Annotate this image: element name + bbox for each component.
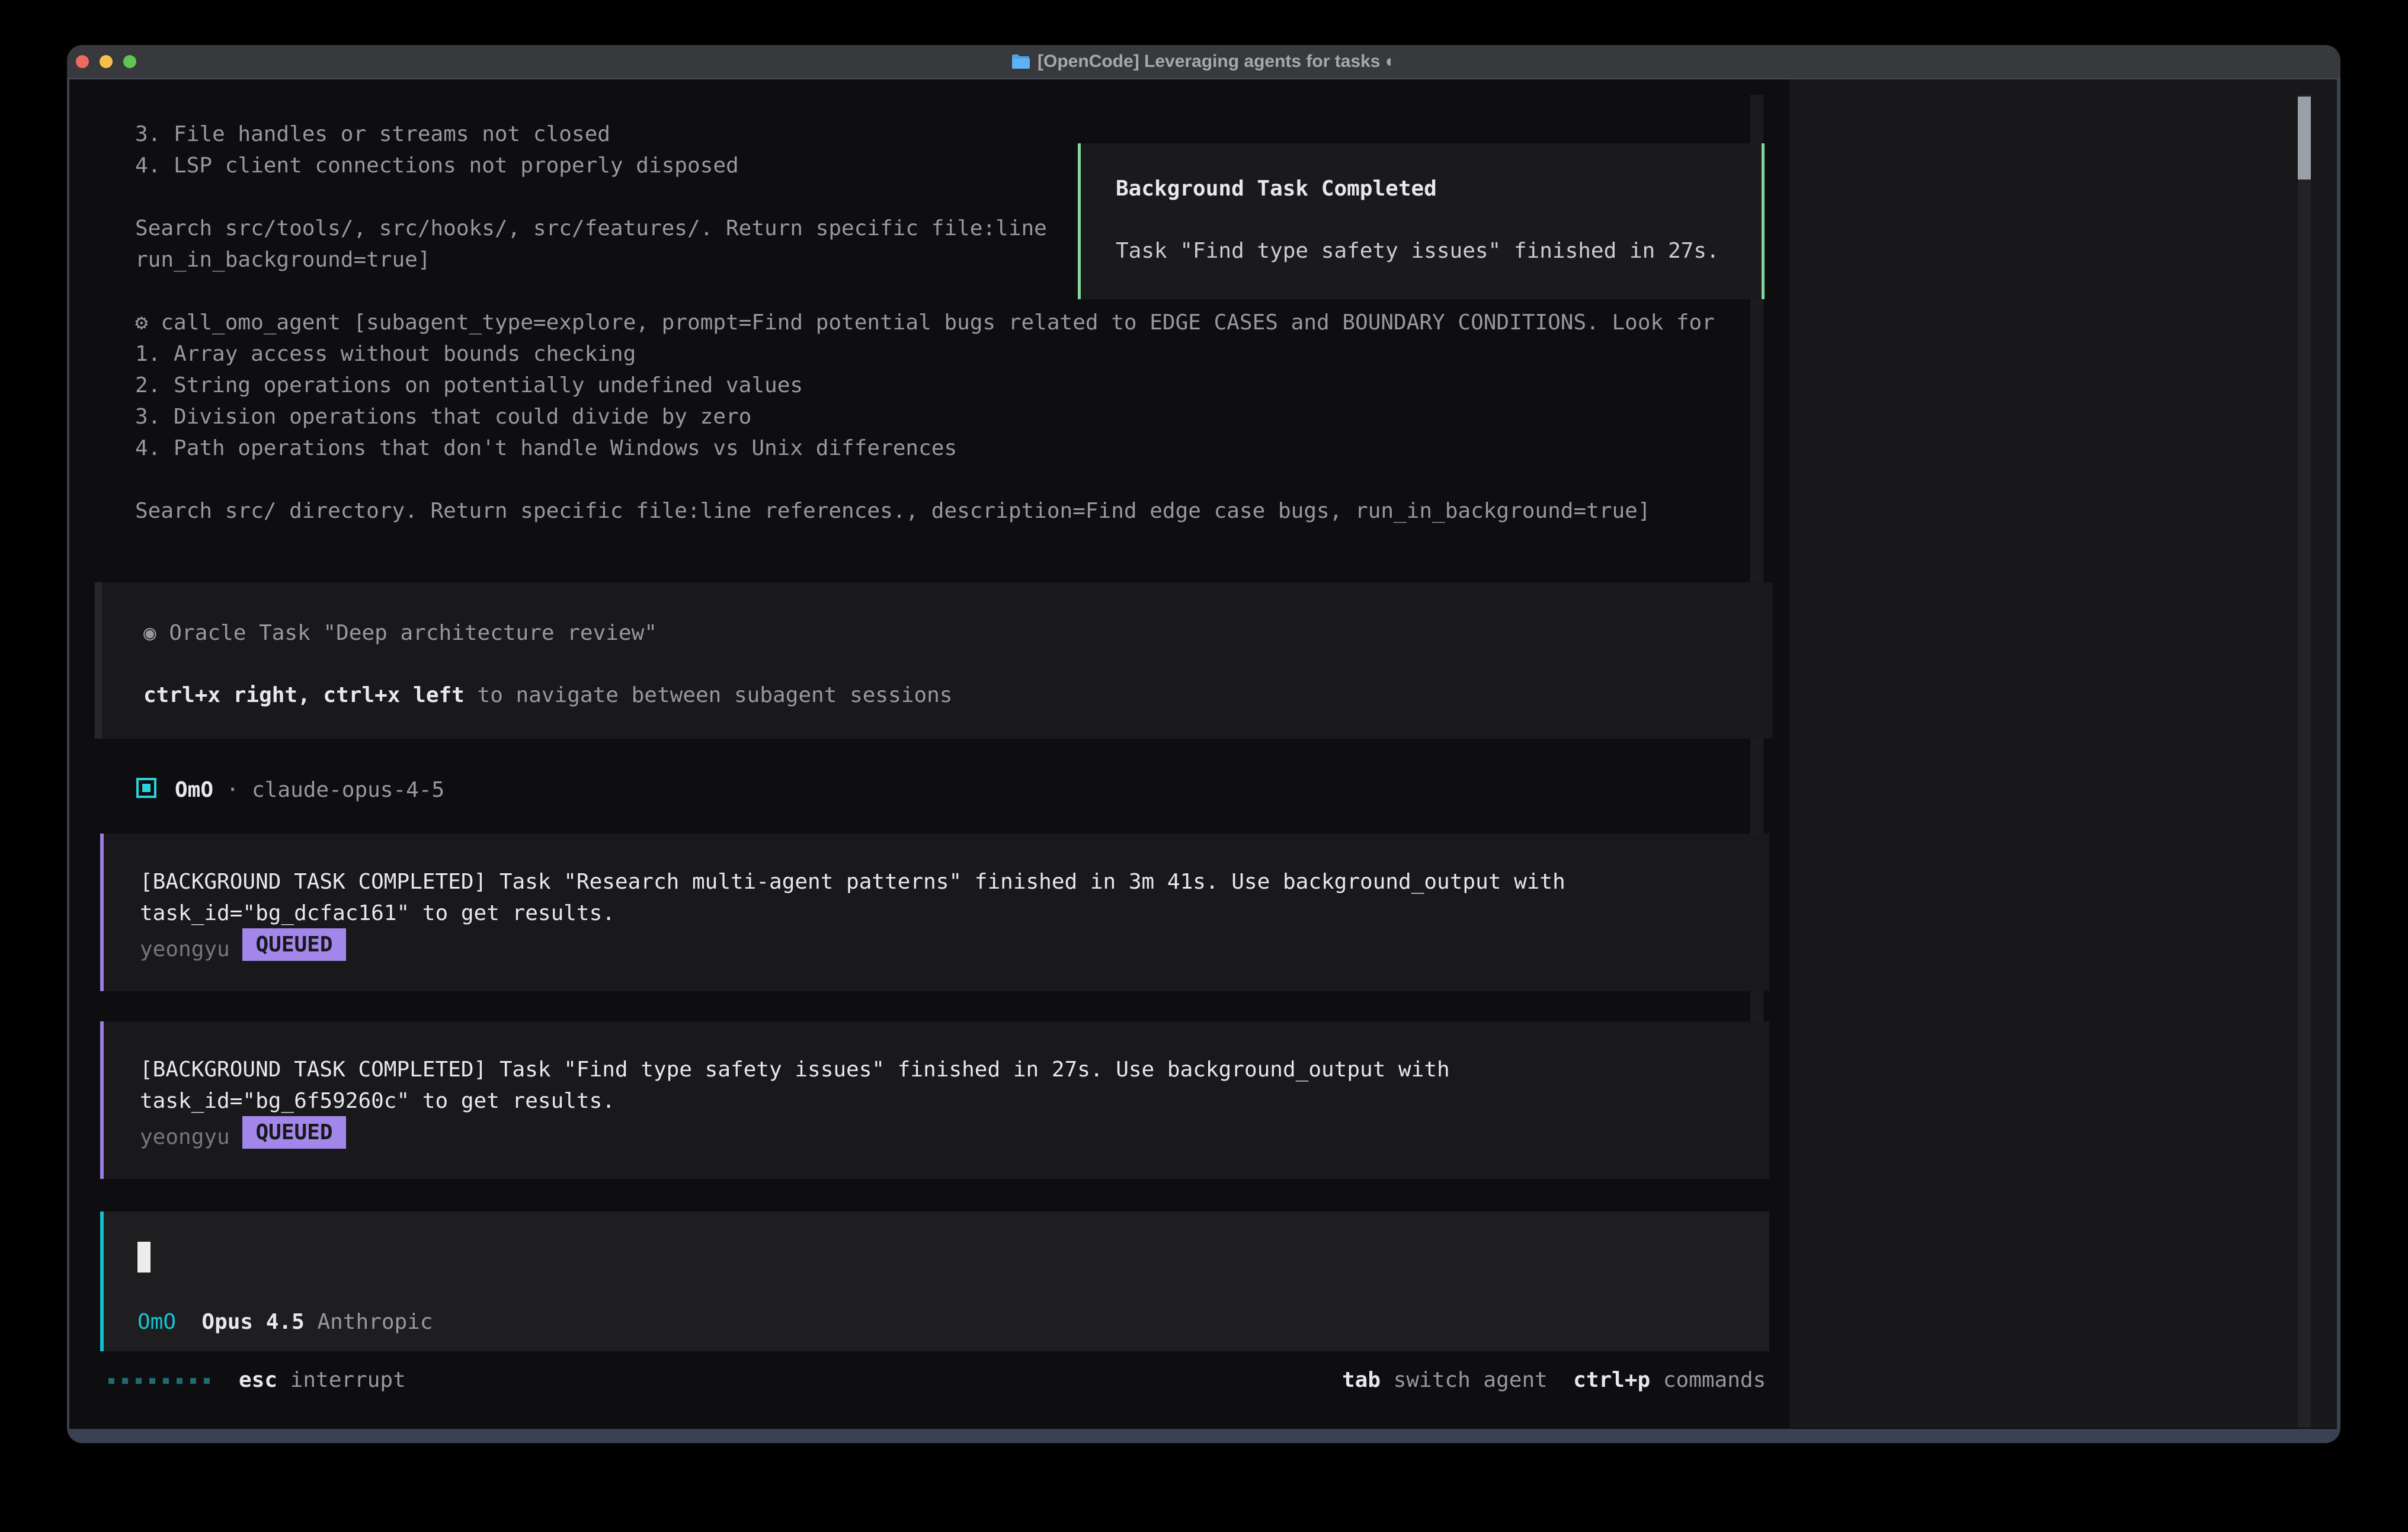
- text-cursor: [137, 1242, 150, 1273]
- message-author: yeongyu: [140, 934, 230, 965]
- sidebar-scrollbar-thumb[interactable]: [2298, 97, 2311, 180]
- zoom-button[interactable]: [123, 55, 136, 68]
- busy-spinner: [108, 1378, 227, 1385]
- chat-line: Search src/ directory. Return specific f…: [135, 495, 1651, 527]
- subagent-nav-hint: ctrl+x right, ctrl+x left to navigate be…: [143, 680, 952, 711]
- spinner-dot: [108, 1378, 114, 1384]
- folder-icon: [1011, 53, 1030, 70]
- minimize-button[interactable]: [100, 55, 113, 68]
- prompt-input[interactable]: OmO Opus 4.5 Anthropic: [100, 1212, 1769, 1351]
- agent-session-row[interactable]: OmO · claude-opus-4-5: [95, 774, 1766, 809]
- chat-line: 3. Division operations that could divide…: [135, 401, 751, 432]
- status-left: esc interrupt: [239, 1364, 406, 1396]
- sidebar: Leveraging agents for tasksContext66,518…: [1789, 79, 2337, 1428]
- spinner-dot: [163, 1378, 169, 1384]
- spinner-dot: [149, 1378, 155, 1384]
- toast-body: Task "Find type safety issues" finished …: [1116, 235, 1719, 267]
- chat-line: 3. File handles or streams not closed: [135, 118, 610, 150]
- spinner-dot: [190, 1378, 196, 1384]
- chat-line: Search src/tools/, src/hooks/, src/featu…: [135, 213, 1047, 244]
- status-badge: QUEUED: [242, 928, 346, 961]
- notification-toast: Background Task Completed Task "Find type…: [1078, 143, 1765, 299]
- spinner-dot: [136, 1378, 142, 1384]
- message-author: yeongyu: [140, 1121, 230, 1153]
- background-task-message: QUEUED [BACKGROUND TASK COMPLETED] Task …: [100, 834, 1769, 991]
- close-button[interactable]: [76, 55, 89, 68]
- oracle-task-panel: ◉ Oracle Task "Deep architecture review"…: [95, 582, 1773, 739]
- window-title: [OpenCode] Leveraging agents for tasks ◐: [1038, 52, 1396, 72]
- spinner-dot: [122, 1378, 128, 1384]
- oracle-task-line: ◉ Oracle Task "Deep architecture review": [143, 617, 657, 649]
- tool-call-line: ⚙ call_omo_agent [subagent_type=explore,…: [135, 307, 1715, 338]
- background-task-message: QUEUED [BACKGROUND TASK COMPLETED] Task …: [100, 1021, 1769, 1179]
- chat-line: run_in_background=true]: [135, 244, 431, 275]
- agent-icon: [136, 778, 156, 798]
- chat-line: 4. Path operations that don't handle Win…: [135, 432, 957, 464]
- spinner-dot: [204, 1378, 210, 1384]
- message-line: [BACKGROUND TASK COMPLETED] Task "Resear…: [140, 866, 1565, 898]
- message-line: task_id="bg_dcfac161" to get results.: [140, 898, 615, 929]
- input-model-label: OmO Opus 4.5 Anthropic: [137, 1306, 433, 1338]
- spinner-dot: [177, 1378, 182, 1384]
- chat-line: 1. Array access without bounds checking: [135, 338, 636, 370]
- toast-title: Background Task Completed: [1116, 173, 1437, 204]
- chat-line: 4. LSP client connections not properly d…: [135, 150, 739, 181]
- message-line: task_id="bg_6f59260c" to get results.: [140, 1085, 615, 1117]
- message-line: [BACKGROUND TASK COMPLETED] Task "Find t…: [140, 1054, 1450, 1085]
- status-badge: QUEUED: [242, 1116, 346, 1149]
- title-bar: [OpenCode] Leveraging agents for tasks ◐: [67, 45, 2340, 79]
- agent-label: OmO · claude-opus-4-5: [175, 774, 444, 806]
- status-right: tab switch agent ctrl+p commands: [1342, 1364, 1766, 1396]
- sidebar-scrollbar[interactable]: [2298, 95, 2311, 1428]
- chat-line: 2. String operations on potentially unde…: [135, 370, 803, 401]
